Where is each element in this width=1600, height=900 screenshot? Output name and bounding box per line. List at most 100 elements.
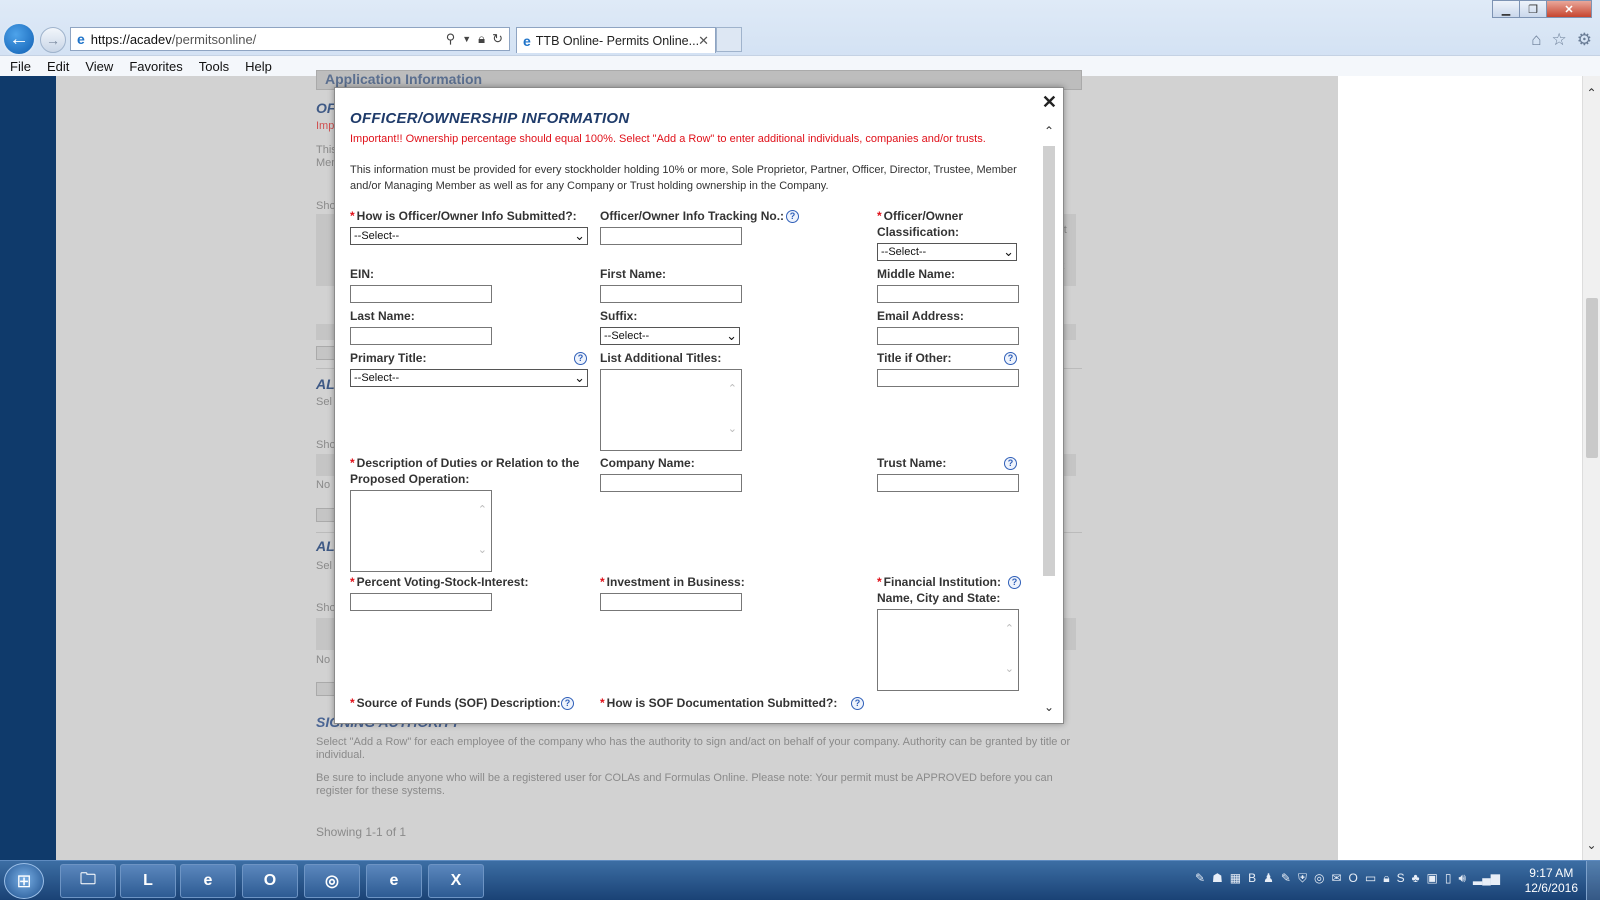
back-button[interactable]: ←	[2, 22, 36, 56]
bg-section-al-2: AL	[316, 538, 335, 554]
modal-scroll-down-icon[interactable]: ⌄	[1041, 700, 1057, 714]
tray-icon-5[interactable]: ♟	[1263, 871, 1274, 886]
classification-select[interactable]: --Select-- ⌄	[877, 243, 1017, 261]
ein-input[interactable]	[350, 285, 492, 303]
email-input[interactable]	[877, 327, 1019, 345]
tray-lock-icon[interactable]: 🔒︎	[1383, 871, 1389, 886]
help-icon[interactable]: ?	[786, 210, 799, 223]
modal-scroll-thumb[interactable]	[1043, 146, 1055, 576]
new-tab-button[interactable]	[716, 27, 742, 52]
settings-gear-icon[interactable]: ⚙	[1577, 30, 1592, 50]
investment-field: * Investment in Business:	[600, 574, 745, 611]
taskbar-lync-icon[interactable]: L	[120, 864, 176, 898]
sof-doc-label: How is SOF Documentation Submitted?:	[606, 696, 838, 710]
first-name-input[interactable]	[600, 285, 742, 303]
taskbar-explorer-icon[interactable]: 🗀︎	[60, 864, 116, 898]
address-bar[interactable]: e https://acadev/permitsonline/ ⚲ ▼ 🔒︎ ↻	[70, 27, 510, 51]
tab-close-icon[interactable]: ✕	[698, 33, 709, 49]
middle-name-input[interactable]	[877, 285, 1019, 303]
restore-button[interactable]: ❐	[1519, 0, 1547, 18]
primary-title-select[interactable]: --Select-- ⌄	[350, 369, 588, 387]
minimize-button[interactable]: ▁	[1492, 0, 1520, 18]
tray-outlook-icon[interactable]: O	[1349, 871, 1358, 886]
search-icon[interactable]: ⚲	[446, 31, 456, 47]
title-other-input[interactable]	[877, 369, 1019, 387]
duties-textarea[interactable]: ⌃ ⌄	[350, 490, 492, 572]
page-scrollbar[interactable]: ⌃ ⌄	[1582, 76, 1600, 860]
tray-skype-icon[interactable]: S	[1397, 871, 1405, 886]
forward-button[interactable]: →	[40, 27, 66, 53]
lock-icon[interactable]: 🔒︎	[478, 31, 485, 47]
email-field: Email Address:	[877, 308, 1019, 345]
favorites-star-icon[interactable]: ☆	[1552, 30, 1567, 50]
refresh-icon[interactable]: ↻	[492, 31, 503, 47]
menu-help[interactable]: Help	[245, 59, 272, 74]
percent-voting-input[interactable]	[350, 593, 492, 611]
tray-icon-1[interactable]: ✎	[1195, 871, 1205, 886]
tray-icon-14[interactable]: ♣	[1412, 871, 1420, 886]
dropdown-icon[interactable]: ▼	[462, 34, 471, 47]
taskbar-excel-icon[interactable]: X	[428, 864, 484, 898]
page-scroll-down-icon[interactable]: ⌄	[1583, 838, 1600, 852]
financial-institution-field: * Financial Institution: ? Name, City and…	[877, 574, 1021, 691]
help-icon[interactable]: ?	[1004, 457, 1017, 470]
taskbar-outlook-icon[interactable]: O	[242, 864, 298, 898]
suffix-select[interactable]: --Select-- ⌄	[600, 327, 740, 345]
help-icon[interactable]: ?	[561, 697, 574, 710]
last-name-input[interactable]	[350, 327, 492, 345]
middle-name-field: Middle Name:	[877, 266, 1019, 303]
tray-battery-icon[interactable]: ▯	[1445, 871, 1452, 886]
menu-tools[interactable]: Tools	[199, 59, 229, 74]
taskbar-circle-app-icon[interactable]: ◎	[304, 864, 360, 898]
tray-mail-icon[interactable]: ✉	[1331, 871, 1341, 886]
classification-field: * Officer/Owner Classification: --Select-…	[877, 208, 1017, 261]
tray-icon-8[interactable]: ◎	[1314, 871, 1324, 886]
modal-scroll-up-icon[interactable]: ⌃	[1041, 124, 1057, 138]
page-scroll-thumb[interactable]	[1586, 298, 1598, 458]
page-scroll-up-icon[interactable]: ⌃	[1583, 86, 1600, 100]
required-marker: *	[350, 575, 355, 589]
additional-titles-textarea[interactable]: ⌃ ⌄	[600, 369, 742, 451]
browser-tab[interactable]: e TTB Online- Permits Online... ✕	[516, 27, 716, 53]
help-icon[interactable]: ?	[574, 352, 587, 365]
fin-inst-textarea[interactable]: ⌃ ⌄	[877, 609, 1019, 691]
tracking-no-input[interactable]	[600, 227, 742, 245]
modal-scrollbar[interactable]: ⌃ ⌄	[1041, 124, 1057, 714]
menu-favorites[interactable]: Favorites	[129, 59, 182, 74]
first-name-label: First Name:	[600, 267, 667, 281]
taskbar-ie-icon[interactable]: e	[180, 864, 236, 898]
tray-monitor-icon[interactable]: ▭	[1365, 871, 1376, 886]
start-button[interactable]: ⊞	[4, 863, 44, 899]
window-close-button[interactable]: ✕	[1546, 0, 1592, 18]
tray-icon-2[interactable]: ☗	[1212, 871, 1223, 886]
help-icon[interactable]: ?	[1004, 352, 1017, 365]
tray-display-icon[interactable]: ▣	[1427, 871, 1438, 886]
bg-section-al-1: AL	[316, 376, 335, 392]
tray-icon-6[interactable]: ✎	[1281, 871, 1291, 886]
menu-view[interactable]: View	[85, 59, 113, 74]
required-marker: *	[350, 456, 355, 470]
how-submitted-field: * How is Officer/Owner Info Submitted?: -…	[350, 208, 588, 245]
clock[interactable]: 9:17 AM 12/6/2016	[1525, 866, 1578, 896]
suffix-field: Suffix: --Select-- ⌄	[600, 308, 740, 345]
modal-close-icon[interactable]: ✕	[1042, 92, 1057, 113]
help-icon[interactable]: ?	[851, 697, 864, 710]
company-name-input[interactable]	[600, 474, 742, 492]
sof-desc-field: * Source of Funds (SOF) Description: ?	[350, 695, 590, 711]
how-submitted-select[interactable]: --Select-- ⌄	[350, 227, 588, 245]
tray-icon-3[interactable]: ▦	[1230, 871, 1241, 886]
window-controls: ▁ ❐ ✕	[1492, 0, 1592, 18]
menu-edit[interactable]: Edit	[47, 59, 69, 74]
tray-icon-4[interactable]: B	[1248, 871, 1256, 886]
required-marker: *	[350, 209, 355, 223]
taskbar-ie-icon-2[interactable]: e	[366, 864, 422, 898]
home-icon[interactable]: ⌂	[1531, 30, 1541, 50]
investment-input[interactable]	[600, 593, 742, 611]
show-desktop-button[interactable]	[1586, 861, 1600, 900]
menu-file[interactable]: File	[10, 59, 31, 74]
help-icon[interactable]: ?	[1008, 576, 1021, 589]
tray-shield-icon[interactable]: ⛨	[1298, 871, 1307, 886]
tray-signal-icon[interactable]: ▂▄▆	[1473, 871, 1500, 886]
tray-volume-icon[interactable]: 🔊︎	[1458, 871, 1466, 886]
trust-name-input[interactable]	[877, 474, 1019, 492]
